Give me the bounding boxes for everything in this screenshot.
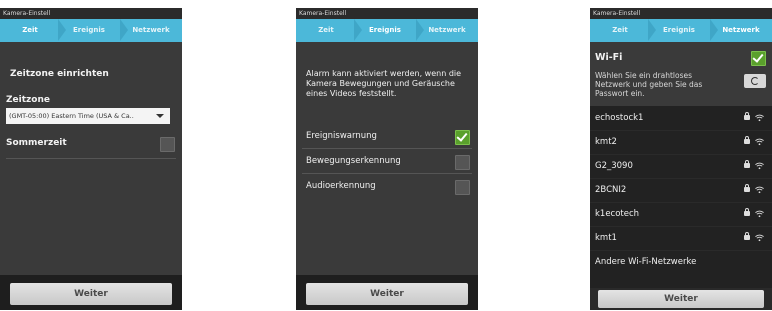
- tab-bar: Zeit Ereignis Netzwerk: [296, 19, 478, 42]
- wifi-header: Wi-Fi Wählen Sie ein drahtloses Netzwerk…: [590, 42, 772, 106]
- lock-icon: [744, 184, 750, 192]
- wifi-network-name: 2BCNI2: [595, 185, 627, 195]
- screen-event: Kamera-Einstell Zeit Ereignis Netzwerk A…: [296, 8, 478, 310]
- lock-icon: [744, 160, 750, 168]
- timezone-value: (GMT-05:00) Eastern Time (USA & Ca..: [9, 112, 134, 120]
- next-button[interactable]: Weiter: [10, 283, 172, 305]
- wifi-signal-icon: [755, 114, 764, 122]
- wifi-signal-icon: [755, 210, 764, 218]
- content: Alarm kann aktiviert werden, wenn die Ka…: [296, 42, 478, 310]
- divider: [302, 148, 472, 149]
- wifi-label: Wi-Fi: [595, 52, 623, 63]
- tab-bar: Zeit Ereignis Netzwerk: [590, 19, 772, 42]
- lock-icon: [744, 232, 750, 240]
- content: Wi-Fi Wählen Sie ein drahtloses Netzwerk…: [590, 42, 772, 310]
- footer: Weiter: [296, 275, 478, 310]
- tab-ereignis[interactable]: Ereignis: [648, 19, 710, 42]
- other-networks-row[interactable]: Andere Wi-Fi-Netzwerke: [590, 250, 772, 274]
- next-button[interactable]: Weiter: [306, 283, 468, 305]
- tab-ereignis[interactable]: Ereignis: [58, 19, 120, 42]
- wifi-signal-icon: [755, 234, 764, 242]
- next-button[interactable]: Weiter: [598, 290, 764, 308]
- wifi-instruction: Wählen Sie ein drahtloses Netzwerk und g…: [595, 71, 703, 98]
- option-audio-detection: Audioerkennung: [306, 181, 376, 191]
- tab-zeit[interactable]: Zeit: [0, 19, 60, 42]
- tab-ereignis[interactable]: Ereignis: [354, 19, 416, 42]
- tab-netzwerk[interactable]: Netzwerk: [710, 19, 772, 42]
- wifi-checkbox[interactable]: [751, 51, 766, 66]
- wifi-network-row[interactable]: kmt1: [590, 226, 772, 251]
- wifi-network-row[interactable]: kmt2: [590, 130, 772, 155]
- wifi-network-name: kmt2: [595, 137, 617, 147]
- tab-zeit[interactable]: Zeit: [590, 19, 650, 42]
- timezone-label: Zeitzone: [6, 95, 50, 105]
- tab-netzwerk[interactable]: Netzwerk: [416, 19, 478, 42]
- wifi-network-row[interactable]: echostock1: [590, 106, 772, 131]
- timezone-select[interactable]: (GMT-05:00) Eastern Time (USA & Ca..: [6, 108, 170, 124]
- wifi-network-row[interactable]: k1ecotech: [590, 202, 772, 227]
- chevron-down-icon: [156, 114, 164, 118]
- divider: [6, 158, 176, 159]
- wifi-network-name: G2_3090: [595, 161, 633, 171]
- event-description: Alarm kann aktiviert werden, wenn die Ka…: [306, 69, 462, 98]
- lock-icon: [744, 136, 750, 144]
- screen-time: Kamera-Einstell Zeit Ereignis Netzwerk Z…: [0, 8, 182, 310]
- screen-network: Kamera-Einstell Zeit Ereignis Netzwerk W…: [590, 8, 772, 310]
- titlebar: Kamera-Einstell: [296, 8, 478, 19]
- motion-detection-checkbox[interactable]: [455, 155, 470, 170]
- lock-icon: [744, 112, 750, 120]
- other-networks-label: Andere Wi-Fi-Netzwerke: [595, 257, 697, 267]
- tab-netzwerk[interactable]: Netzwerk: [120, 19, 182, 42]
- option-motion-detection: Bewegungserkennung: [306, 156, 401, 166]
- wifi-network-name: echostock1: [595, 113, 644, 123]
- divider: [302, 173, 472, 174]
- event-warning-checkbox[interactable]: [455, 130, 470, 145]
- wifi-network-name: kmt1: [595, 233, 617, 243]
- wifi-signal-icon: [755, 186, 764, 194]
- refresh-icon[interactable]: [744, 74, 766, 88]
- page-title: Zeitzone einrichten: [10, 69, 109, 79]
- wifi-signal-icon: [755, 162, 764, 170]
- titlebar: Kamera-Einstell: [590, 8, 772, 19]
- dst-label: Sommerzeit: [6, 138, 67, 148]
- wifi-network-row[interactable]: 2BCNI2: [590, 178, 772, 203]
- tab-bar: Zeit Ereignis Netzwerk: [0, 19, 182, 42]
- content: Zeitzone einrichten Zeitzone (GMT-05:00)…: [0, 42, 182, 310]
- footer: Weiter: [590, 288, 772, 310]
- dst-checkbox[interactable]: [160, 137, 175, 152]
- footer: Weiter: [0, 275, 182, 310]
- wifi-network-name: k1ecotech: [595, 209, 640, 219]
- option-event-warning: Ereigniswarnung: [306, 131, 377, 141]
- titlebar: Kamera-Einstell: [0, 8, 182, 19]
- tab-zeit[interactable]: Zeit: [296, 19, 356, 42]
- wifi-signal-icon: [755, 138, 764, 146]
- lock-icon: [744, 208, 750, 216]
- wifi-network-row[interactable]: G2_3090: [590, 154, 772, 179]
- audio-detection-checkbox[interactable]: [455, 180, 470, 195]
